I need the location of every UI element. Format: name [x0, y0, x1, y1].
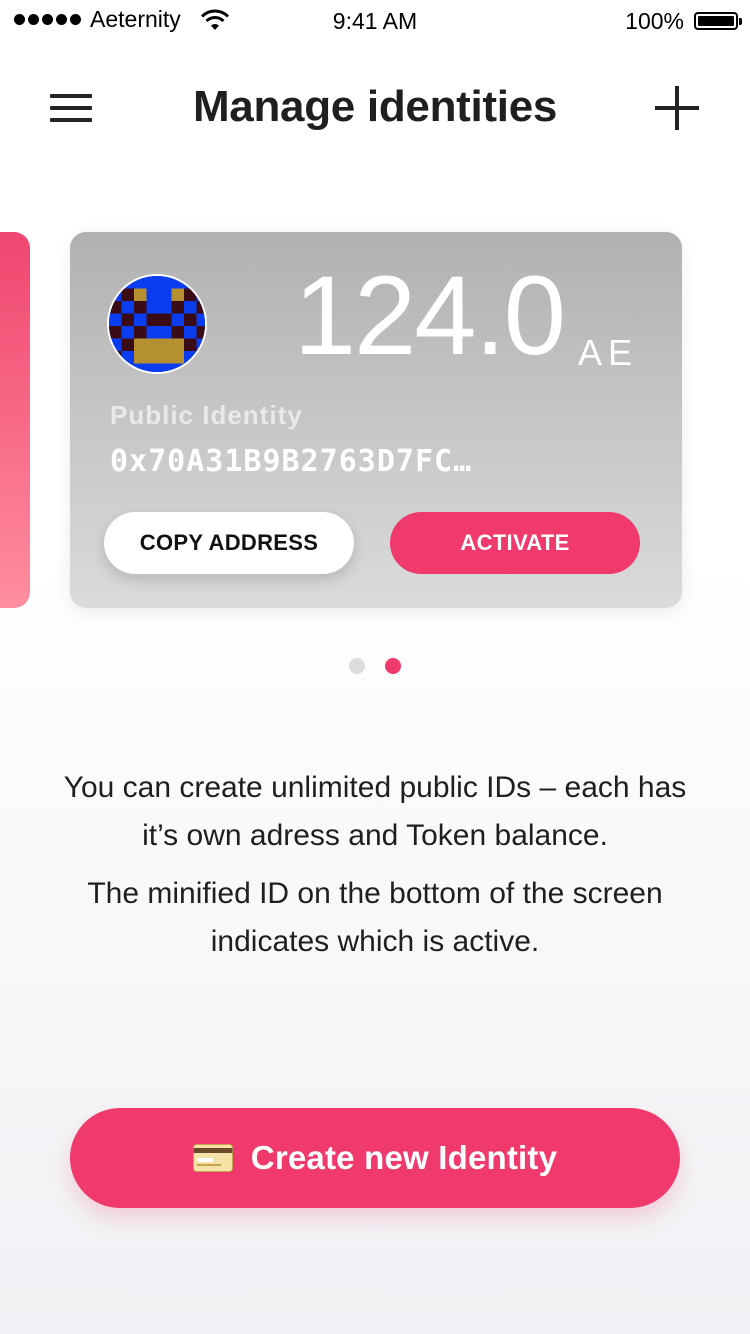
battery-icon	[694, 12, 742, 30]
info-paragraph-1: You can create unlimited public IDs – ea…	[63, 771, 687, 852]
credit-card-icon	[192, 1144, 233, 1172]
pagination-dot[interactable]	[349, 658, 365, 674]
public-identity-label: Public Identity	[110, 400, 303, 430]
battery-percentage: 100%	[625, 8, 684, 34]
previous-identity-card[interactable]	[0, 232, 30, 608]
plus-icon[interactable]	[655, 86, 699, 130]
create-new-identity-button[interactable]: Create new Identity	[70, 1108, 680, 1208]
identity-avatar	[107, 274, 207, 374]
copy-address-button[interactable]: COPY ADDRESS	[104, 512, 354, 574]
create-new-identity-label: Create new Identity	[250, 1139, 558, 1176]
public-identity-address: 0x70A31B9B2763D7FC…	[110, 444, 473, 479]
balance-amount: 124.0	[293, 253, 566, 378]
carousel-pagination	[0, 658, 750, 674]
identity-card: 124.0 AE Public Identity 0x70A31B9B2763D…	[70, 232, 682, 608]
activate-button[interactable]: ACTIVATE	[390, 512, 640, 574]
info-paragraph-2: The minified ID on the bottom of the scr…	[87, 877, 663, 958]
balance-unit: AE	[577, 332, 638, 373]
info-text: You can create unlimited public IDs – ea…	[60, 764, 690, 976]
pagination-dot-active[interactable]	[385, 658, 401, 674]
page-title: Manage identities	[192, 82, 558, 131]
status-bar: Aeternity 9:41 AM 100%	[0, 0, 750, 40]
